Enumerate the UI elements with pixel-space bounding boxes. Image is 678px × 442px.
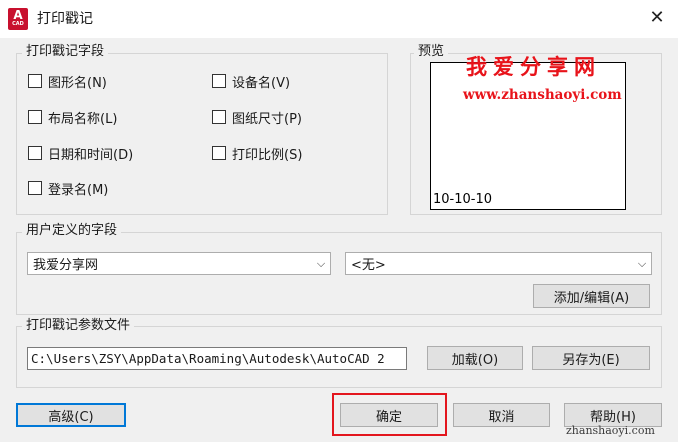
param-file-path-field[interactable]: C:\Users\ZSY\AppData\Roaming\Autodesk\Au… <box>27 347 407 370</box>
checkbox-layout-name[interactable]: 布局名称(L) <box>28 107 117 127</box>
title-bar <box>0 0 678 38</box>
app-icon-letter: A <box>13 8 23 22</box>
checkbox-box[interactable] <box>28 110 42 124</box>
select-value: 我爱分享网 <box>33 258 99 273</box>
checkbox-plot-scale[interactable]: 打印比例(S) <box>212 143 302 163</box>
preview-group-label: 预览 <box>414 44 449 60</box>
param-file-group-label: 打印戳记参数文件 <box>22 318 135 334</box>
checkbox-label: 打印比例(S) <box>232 147 303 163</box>
checkbox-paper-size[interactable]: 图纸尺寸(P) <box>212 107 302 127</box>
chevron-down-icon[interactable]: ⌵ <box>312 257 330 271</box>
autocad-app-icon: A CAD <box>8 8 28 30</box>
user-field-select-1[interactable]: 我爱分享网 ⌵ <box>27 252 331 275</box>
checkbox-label: 登录名(M) <box>48 182 109 198</box>
save-as-button[interactable]: 另存为(E) <box>532 346 650 370</box>
checkbox-box[interactable] <box>28 146 42 160</box>
checkbox-label: 图形名(N) <box>48 75 107 91</box>
checkbox-label: 日期和时间(D) <box>48 147 134 163</box>
checkbox-device-name[interactable]: 设备名(V) <box>212 71 290 91</box>
close-icon[interactable]: ✕ <box>646 6 668 30</box>
watermark-corner-url: zhanshaoyi.com <box>566 424 655 437</box>
checkbox-label: 布局名称(L) <box>48 111 118 127</box>
window-title: 打印戳记 <box>37 11 93 27</box>
checkbox-box[interactable] <box>212 146 226 160</box>
watermark-site-name: 我爱分享网 <box>466 54 601 79</box>
checkbox-box[interactable] <box>212 110 226 124</box>
advanced-button[interactable]: 高级(C) <box>16 403 126 427</box>
user-field-select-2[interactable]: <无> ⌵ <box>345 252 652 275</box>
preview-stamp-text: 10-10-10 <box>433 192 493 207</box>
load-button[interactable]: 加载(O) <box>427 346 523 370</box>
checkbox-box[interactable] <box>28 181 42 195</box>
ok-button-highlight-frame <box>332 393 447 436</box>
checkbox-login-name[interactable]: 登录名(M) <box>28 178 108 198</box>
cancel-button[interactable]: 取消 <box>453 403 550 427</box>
watermark-site-url: www.zhanshaoyi.com <box>463 87 622 103</box>
checkbox-drawing-name[interactable]: 图形名(N) <box>28 71 107 91</box>
checkbox-date-time[interactable]: 日期和时间(D) <box>28 143 133 163</box>
checkbox-label: 图纸尺寸(P) <box>232 111 302 127</box>
add-edit-button[interactable]: 添加/编辑(A) <box>533 284 650 308</box>
checkbox-label: 设备名(V) <box>232 75 291 91</box>
user-fields-group-label: 用户定义的字段 <box>22 223 122 239</box>
select-value: <无> <box>351 258 386 273</box>
app-icon-subtext: CAD <box>12 21 24 27</box>
checkbox-box[interactable] <box>212 74 226 88</box>
chevron-down-icon[interactable]: ⌵ <box>633 257 651 271</box>
preview-canvas <box>430 62 626 210</box>
checkbox-box[interactable] <box>28 74 42 88</box>
stamp-fields-group-label: 打印戳记字段 <box>22 44 109 60</box>
